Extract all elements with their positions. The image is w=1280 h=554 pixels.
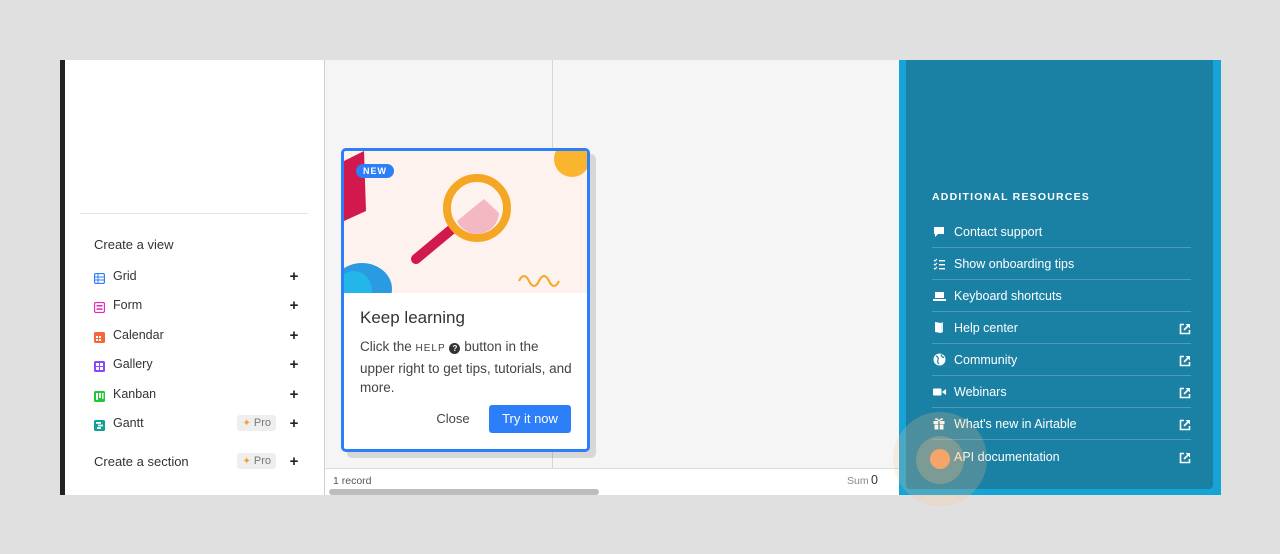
create-section-row[interactable]: Create a section ✦ Pro + xyxy=(94,450,300,472)
create-grid-view[interactable]: Grid + xyxy=(93,265,300,287)
create-form-view[interactable]: Form + xyxy=(93,294,300,316)
resource-label: Community xyxy=(954,352,1018,367)
kanban-view-icon xyxy=(94,389,105,402)
record-count: 1 record xyxy=(333,475,372,487)
external-link-icon xyxy=(1179,322,1191,334)
try-it-now-button[interactable]: Try it now xyxy=(489,405,571,433)
add-icon[interactable]: + xyxy=(288,386,300,403)
resource-label: Show onboarding tips xyxy=(954,256,1075,271)
video-camera-icon xyxy=(932,385,946,399)
popup-title: Keep learning xyxy=(360,308,465,327)
book-icon xyxy=(932,321,946,335)
form-view-icon xyxy=(93,300,106,313)
laptop-icon xyxy=(932,289,946,303)
add-icon[interactable]: + xyxy=(288,415,300,432)
view-label: Kanban xyxy=(113,387,157,401)
view-label: Form xyxy=(113,298,143,312)
create-view-heading: Create a view xyxy=(94,237,174,252)
resource-label: What's new in Airtable xyxy=(954,416,1077,431)
create-section-label: Create a section xyxy=(94,453,189,469)
resource-community[interactable]: Community xyxy=(932,344,1191,376)
external-link-icon xyxy=(1179,354,1191,366)
external-link-icon xyxy=(1179,451,1191,464)
globe-icon xyxy=(932,353,946,367)
external-link-icon xyxy=(1179,418,1191,430)
sum-value: 0 xyxy=(871,473,878,487)
magnifier-illustration: NEW xyxy=(344,151,587,293)
view-label: Gallery xyxy=(113,357,153,371)
resource-onboarding-tips[interactable]: Show onboarding tips xyxy=(932,248,1191,280)
pro-badge: ✦ Pro xyxy=(237,453,276,469)
resource-label: Help center xyxy=(954,320,1018,335)
resource-label: API documentation xyxy=(954,450,1060,464)
pro-label: Pro xyxy=(253,455,271,467)
resource-help-center[interactable]: Help center xyxy=(932,312,1191,344)
view-label: Grid xyxy=(113,269,137,283)
new-badge: NEW xyxy=(356,164,394,178)
sparkle-icon: ✦ xyxy=(242,455,251,467)
view-label: Calendar xyxy=(113,328,164,342)
gantt-view-icon xyxy=(94,418,105,431)
add-icon[interactable]: + xyxy=(288,268,300,285)
resource-webinars[interactable]: Webinars xyxy=(932,376,1191,408)
close-button[interactable]: Close xyxy=(428,407,478,431)
checklist-icon xyxy=(932,257,946,271)
add-icon[interactable]: + xyxy=(288,327,300,344)
resource-label: Keyboard shortcuts xyxy=(954,288,1062,303)
resource-label: Webinars xyxy=(954,384,1007,399)
help-question-icon: ? xyxy=(449,343,461,354)
help-word: HELP xyxy=(415,343,446,354)
keep-learning-popup: NEW Keep learning Click the HELP ? butto… xyxy=(341,148,590,452)
sum-label[interactable]: Sum xyxy=(847,475,869,487)
create-calendar-view[interactable]: Calendar + xyxy=(94,324,300,346)
view-label: Gantt xyxy=(113,416,144,430)
calendar-view-icon xyxy=(94,330,105,343)
grid-view-icon xyxy=(93,271,106,284)
gallery-view-icon xyxy=(94,359,105,372)
external-link-icon xyxy=(1179,386,1191,398)
view-sidebar: Create a view Grid + Form + Calendar + G… xyxy=(65,60,325,495)
sparkle-icon: ✦ xyxy=(242,417,251,429)
add-icon[interactable]: + xyxy=(288,453,300,470)
sidebar-divider xyxy=(80,213,308,214)
speech-bubble-icon xyxy=(932,225,946,239)
resource-contact-support[interactable]: Contact support xyxy=(932,216,1191,248)
popup-body: Click the HELP ? button in the upper rig… xyxy=(360,337,575,398)
cursor-dot xyxy=(930,449,950,469)
horizontal-scrollbar[interactable] xyxy=(329,489,599,495)
create-gantt-view[interactable]: Gantt ✦ Pro + xyxy=(94,412,300,434)
add-icon[interactable]: + xyxy=(288,356,300,373)
add-icon[interactable]: + xyxy=(288,297,300,314)
resource-label: Contact support xyxy=(954,224,1043,239)
create-kanban-view[interactable]: Kanban + xyxy=(94,383,300,405)
resources-heading: ADDITIONAL RESOURCES xyxy=(932,191,1090,203)
create-gallery-view[interactable]: Gallery + xyxy=(94,353,300,375)
resource-keyboard-shortcuts[interactable]: Keyboard shortcuts xyxy=(932,280,1191,312)
pro-badge: ✦ Pro xyxy=(237,415,276,431)
body-text-start: Click the xyxy=(360,339,412,354)
pro-label: Pro xyxy=(253,417,271,429)
